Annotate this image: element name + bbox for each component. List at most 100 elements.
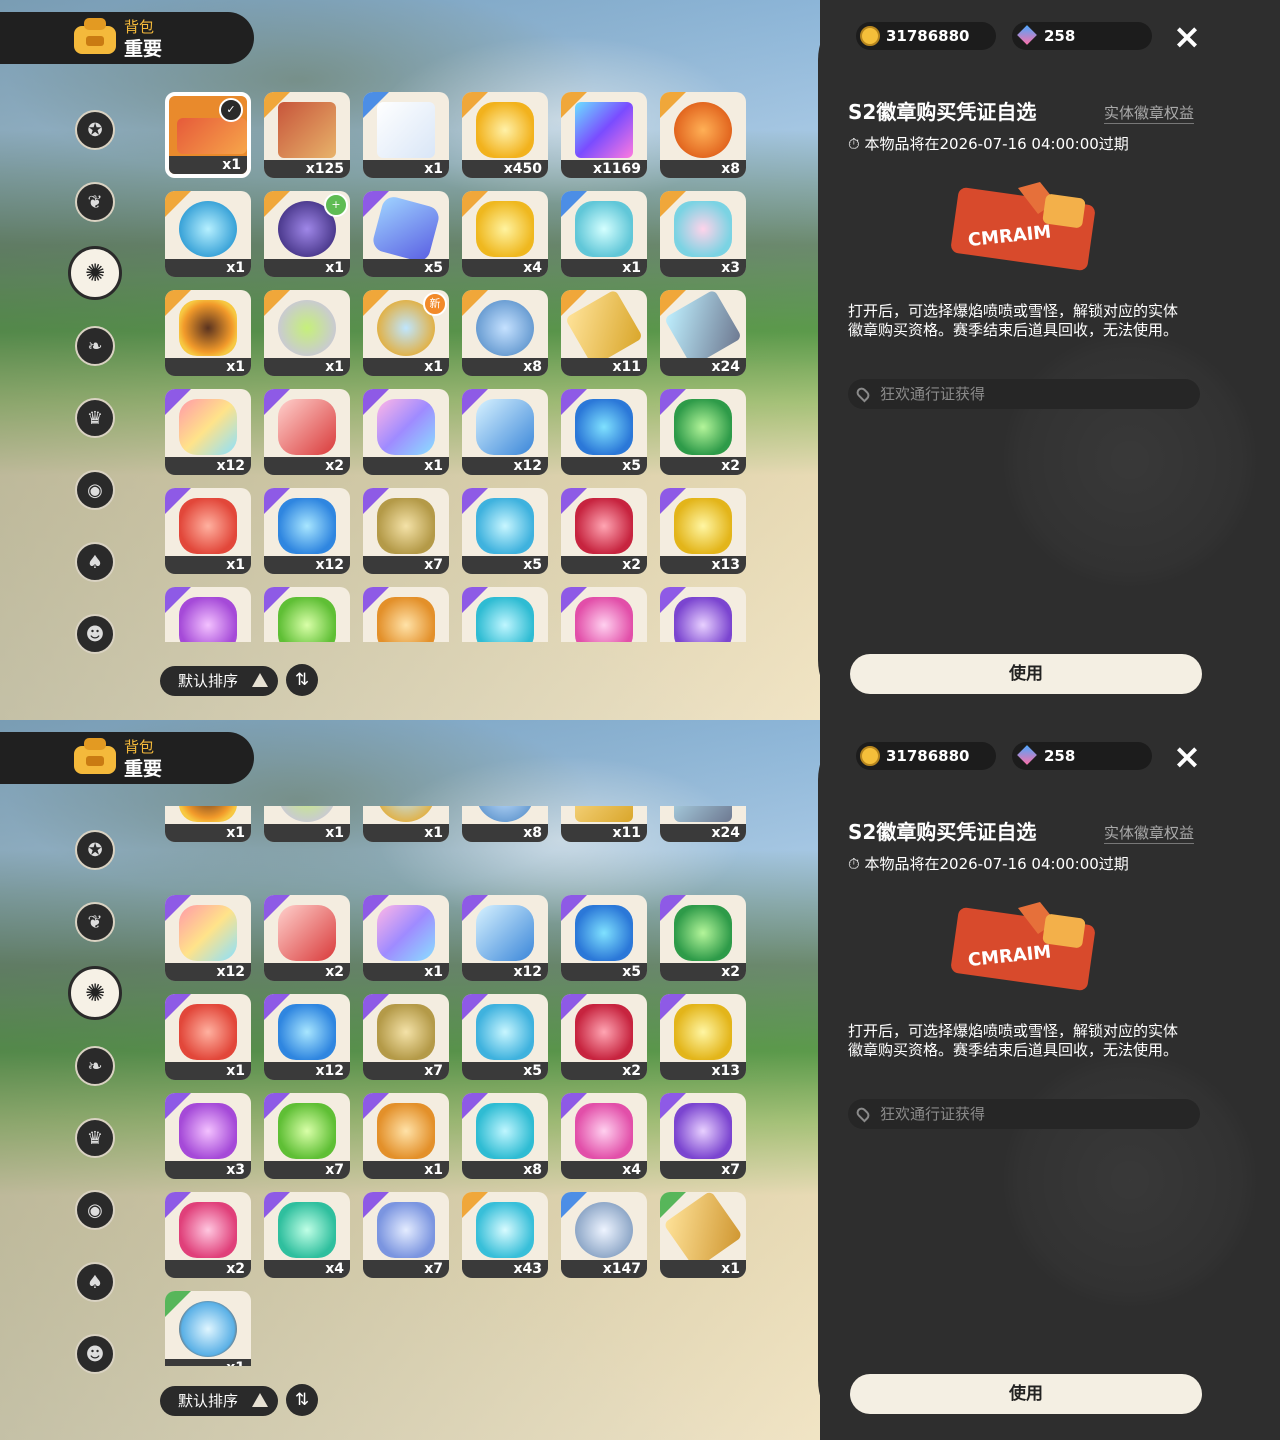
category-sparkle-icon[interactable]: ✺	[68, 966, 122, 1020]
item-slot[interactable]: x7	[363, 1192, 449, 1278]
item-slot[interactable]: x24	[660, 806, 746, 842]
category-crown-card-icon[interactable]: ♛	[75, 1118, 115, 1158]
item-description: 打开后，可选择爆焰喷喷或雪怪，解锁对应的实体 徽章购买资格。赛季结束后道具回收，…	[848, 1022, 1179, 1059]
item-slot[interactable]: x1	[165, 806, 251, 842]
item-slot[interactable]: x1	[165, 191, 251, 277]
item-slot[interactable]: x4	[462, 191, 548, 277]
item-slot[interactable]: x2	[561, 994, 647, 1080]
item-slot[interactable]: x1169	[561, 92, 647, 178]
item-slot[interactable]: x2	[165, 1192, 251, 1278]
item-slot[interactable]: x7	[660, 1093, 746, 1179]
item-slot[interactable]: x12	[165, 895, 251, 981]
item-slot[interactable]: x2	[561, 488, 647, 574]
item-slot[interactable]: x5	[561, 389, 647, 475]
item-quantity: x2	[264, 457, 350, 475]
item-slot[interactable]: x1	[660, 1192, 746, 1278]
item-slot[interactable]: x1	[561, 191, 647, 277]
item-slot[interactable]: x2	[264, 895, 350, 981]
item-slot[interactable]: x12	[462, 389, 548, 475]
category-sparkle-icon[interactable]: ✺	[68, 246, 122, 300]
item-slot[interactable]: x1	[165, 290, 251, 376]
item-slot[interactable]: + x1	[264, 191, 350, 277]
item-slot[interactable]: x1	[363, 92, 449, 178]
item-slot[interactable]: x12	[264, 994, 350, 1080]
item-slot[interactable]: x1	[165, 994, 251, 1080]
item-slot[interactable]: x1	[264, 806, 350, 842]
item-slot[interactable]	[462, 587, 548, 642]
item-slot[interactable]	[561, 587, 647, 642]
item-slot[interactable]: x13	[660, 488, 746, 574]
item-slot[interactable]: x43	[462, 1192, 548, 1278]
use-button[interactable]: 使用	[850, 1374, 1202, 1414]
item-slot[interactable]: x1	[363, 806, 449, 842]
item-slot[interactable]: x12	[165, 389, 251, 475]
item-slot[interactable]: ✓ x1	[165, 92, 251, 178]
item-slot[interactable]	[165, 587, 251, 642]
item-slot[interactable]: x1	[363, 895, 449, 981]
category-ball-icon[interactable]: ◉	[75, 1190, 115, 1230]
item-subtitle-link[interactable]: 实体徽章权益	[1104, 102, 1195, 124]
item-subtitle-link[interactable]: 实体徽章权益	[1104, 822, 1195, 844]
item-slot[interactable]: x7	[264, 1093, 350, 1179]
item-slot[interactable]	[660, 587, 746, 642]
item-slot[interactable]: x2	[264, 389, 350, 475]
item-slot[interactable]: x4	[561, 1093, 647, 1179]
category-star-badge-icon[interactable]: ✪	[75, 110, 115, 150]
sort-order-toggle-icon[interactable]: ⇅	[286, 1384, 318, 1416]
item-slot[interactable]: x1	[165, 1291, 251, 1366]
category-crown-card-icon[interactable]: ♛	[75, 398, 115, 438]
header-tab-title: 重要	[124, 38, 163, 60]
item-slot[interactable]	[264, 587, 350, 642]
item-slot[interactable]: x3	[165, 1093, 251, 1179]
item-slot[interactable]: x450	[462, 92, 548, 178]
item-slot[interactable]	[363, 587, 449, 642]
category-ball-icon[interactable]: ◉	[75, 470, 115, 510]
item-slot[interactable]: x8	[660, 92, 746, 178]
item-slot[interactable]: x5	[462, 994, 548, 1080]
item-slot[interactable]: x7	[363, 488, 449, 574]
item-quantity: x1	[264, 824, 350, 842]
item-slot[interactable]: x5	[363, 191, 449, 277]
item-slot[interactable]: x1	[363, 1093, 449, 1179]
item-slot[interactable]: x2	[660, 895, 746, 981]
sort-order-toggle-icon[interactable]: ⇅	[286, 664, 318, 696]
amber-potion-item-icon	[377, 1103, 435, 1159]
category-leaf-icon[interactable]: ❦	[75, 182, 115, 222]
item-slot[interactable]: x2	[660, 389, 746, 475]
sort-dropdown[interactable]: 默认排序	[160, 666, 278, 696]
item-slot[interactable]: x3	[660, 191, 746, 277]
item-slot[interactable]: x12	[264, 488, 350, 574]
item-slot[interactable]: x1	[165, 488, 251, 574]
item-slot[interactable]: x5	[462, 488, 548, 574]
category-face-icon[interactable]: ☻	[75, 1334, 115, 1374]
item-slot[interactable]: x8	[462, 1093, 548, 1179]
use-button[interactable]: 使用	[850, 654, 1202, 694]
category-double-leaf-icon[interactable]: ❧	[75, 326, 115, 366]
item-slot[interactable]: x12	[462, 895, 548, 981]
item-slot[interactable]: x8	[462, 290, 548, 376]
item-slot[interactable]: x1	[264, 290, 350, 376]
item-slot[interactable]: x125	[264, 92, 350, 178]
item-slot[interactable]: x7	[363, 994, 449, 1080]
item-slot[interactable]: x5	[561, 895, 647, 981]
category-acorn-icon[interactable]: ♠	[75, 1262, 115, 1302]
item-slot[interactable]: 新 x1	[363, 290, 449, 376]
close-icon[interactable]: ×	[1170, 740, 1204, 774]
item-quantity: x1169	[561, 160, 647, 178]
category-double-leaf-icon[interactable]: ❧	[75, 1046, 115, 1086]
item-slot[interactable]: x24	[660, 290, 746, 376]
item-slot[interactable]: x4	[264, 1192, 350, 1278]
category-face-icon[interactable]: ☻	[75, 614, 115, 654]
item-quantity: x1	[363, 824, 449, 842]
close-icon[interactable]: ×	[1170, 20, 1204, 54]
category-leaf-icon[interactable]: ❦	[75, 902, 115, 942]
item-slot[interactable]: x11	[561, 290, 647, 376]
item-slot[interactable]: x8	[462, 806, 548, 842]
item-slot[interactable]: x147	[561, 1192, 647, 1278]
category-acorn-icon[interactable]: ♠	[75, 542, 115, 582]
sort-dropdown[interactable]: 默认排序	[160, 1386, 278, 1416]
item-slot[interactable]: x13	[660, 994, 746, 1080]
item-slot[interactable]: x1	[363, 389, 449, 475]
category-star-badge-icon[interactable]: ✪	[75, 830, 115, 870]
item-slot[interactable]: x11	[561, 806, 647, 842]
